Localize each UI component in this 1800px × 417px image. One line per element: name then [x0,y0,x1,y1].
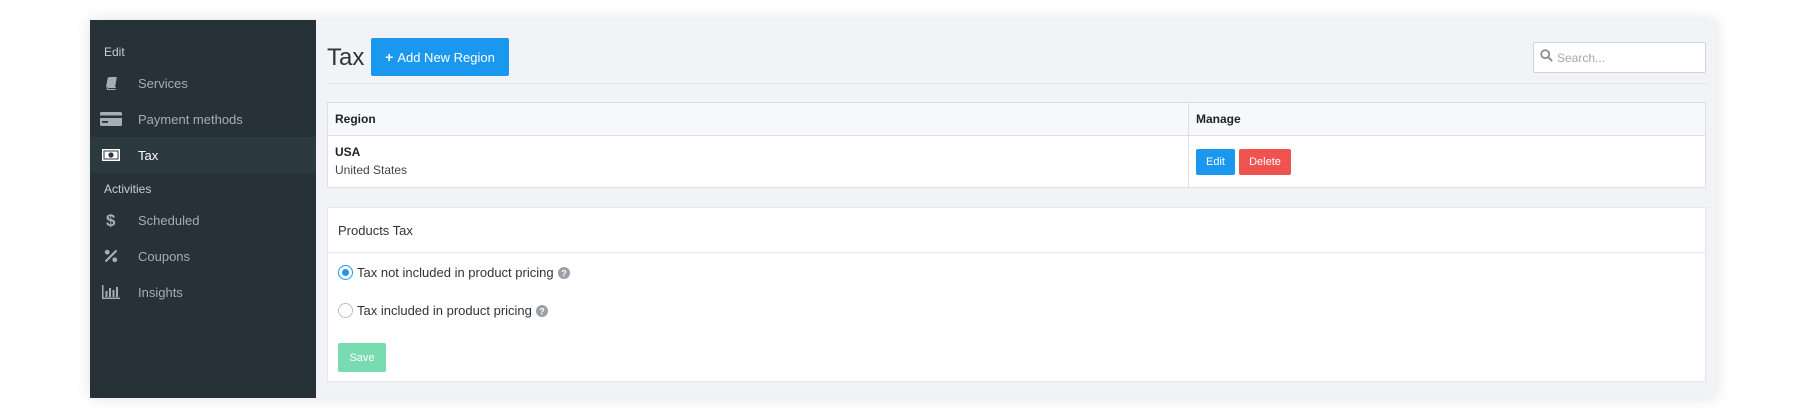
region-cell: USA United States [328,136,1189,187]
sidebar-item-label: Insights [138,284,183,300]
save-button[interactable]: Save [338,343,386,372]
option-tax-included[interactable]: Tax included in product pricing ? [328,303,548,318]
sidebar-item-label: Tax [138,147,159,163]
page-title: Tax [327,44,365,71]
credit-card-icon [100,111,122,127]
money-bill-icon [100,147,122,163]
help-icon[interactable]: ? [535,304,548,317]
sidebar-item-insights[interactable]: Insights [90,274,316,310]
search-box[interactable] [1533,42,1706,73]
delete-button[interactable]: Delete [1239,148,1291,175]
sidebar: Edit Services Payment methods Tax Activi… [90,20,316,398]
book-icon [100,75,122,91]
bar-chart-icon [100,284,122,300]
sidebar-item-label: Payment methods [138,111,243,127]
add-new-region-label: Add New Region [397,49,495,65]
region-code: USA [335,145,361,159]
radio-button-selected[interactable] [338,265,353,280]
svg-text:?: ? [561,268,567,278]
sidebar-section-title: Activities [104,182,152,196]
app-window: Edit Services Payment methods Tax Activi… [90,20,1716,398]
sidebar-item-label: Services [138,75,188,91]
sidebar-item-coupons[interactable]: Coupons [90,238,316,274]
sidebar-section-edit: Edit Services Payment methods Tax [90,20,316,173]
products-tax-title: Products Tax [328,208,1705,253]
svg-text:$: $ [106,211,116,229]
main-content: Tax + Add New Region Region Manage USA U… [316,20,1716,398]
column-header-region: Region [328,103,1189,135]
search-icon [1540,48,1553,67]
manage-cell: Edit Delete [1189,136,1705,187]
table-row: USA United States Edit Delete [328,136,1705,187]
svg-text:?: ? [539,306,545,316]
plus-icon: + [385,49,394,65]
sidebar-item-services[interactable]: Services [90,65,316,101]
sidebar-item-label: Coupons [138,248,191,264]
option-tax-not-included[interactable]: Tax not included in product pricing ? [328,265,570,280]
column-header-manage: Manage [1196,112,1241,126]
percent-icon [100,248,122,264]
region-name: United States [335,163,408,177]
sidebar-item-label: Scheduled [138,212,200,228]
table-header-row: Region Manage [328,103,1705,136]
option-label: Tax not included in product pricing [357,265,554,280]
search-input[interactable] [1557,50,1697,65]
sidebar-item-tax[interactable]: Tax [90,137,316,173]
radio-button[interactable] [338,303,353,318]
products-tax-card: Products Tax Tax not included in product… [327,207,1706,382]
sidebar-section-activities: Activities $ Scheduled Coupons Insights [90,173,316,310]
help-icon[interactable]: ? [557,266,570,279]
dollar-icon: $ [100,211,122,229]
sidebar-item-payment-methods[interactable]: Payment methods [90,101,316,137]
sidebar-section-title: Edit [104,45,125,59]
region-table: Region Manage USA United States Edit Del… [327,102,1706,188]
add-new-region-button[interactable]: + Add New Region [371,38,509,76]
sidebar-item-scheduled[interactable]: $ Scheduled [90,202,316,238]
page-header: Tax + Add New Region [327,38,1706,84]
option-label: Tax included in product pricing [357,303,532,318]
edit-button[interactable]: Edit [1196,148,1235,175]
